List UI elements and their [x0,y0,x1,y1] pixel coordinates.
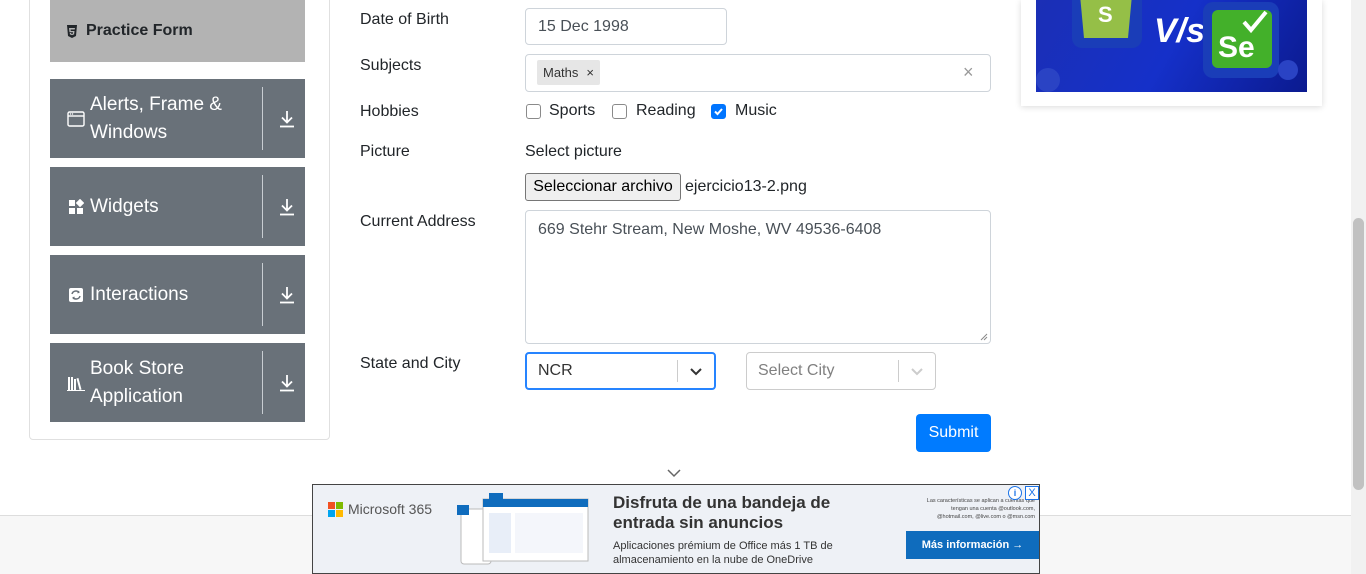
address-label: Current Address [360,213,476,230]
sidebar-item-practice-form[interactable]: Practice Form [50,0,305,62]
microsoft-icon [328,501,343,517]
download-icon[interactable] [276,284,298,306]
select-picture-label: Select picture [525,143,622,160]
group-label-alerts: Alerts, Frame & Windows [90,93,222,143]
divider [262,263,263,326]
dob-label: Date of Birth [360,11,449,28]
ad-brand: Microsoft 365 [348,501,433,517]
group-label-interactions: Interactions [90,283,189,305]
reading-label[interactable]: Reading [636,102,696,120]
clear-icon[interactable]: × [963,62,974,83]
check-icon [714,108,723,116]
ad-small-print: Las características se aplican a cuentas… [926,498,1035,520]
ad-headline: Disfruta de una bandeja de entrada sin a… [613,493,831,532]
music-label[interactable]: Music [735,102,777,120]
microsoft-logo: Microsoft 365 [328,501,432,517]
choose-file-button[interactable]: Seleccionar archivo [525,173,681,201]
window-icon [67,110,85,128]
download-icon[interactable] [276,108,298,130]
svg-text:S: S [1098,2,1113,27]
ad-subtext: Aplicaciones prémium de Office más 1 TB … [613,540,833,566]
bottom-ad-banner[interactable]: Microsoft 365 Disfruta de una bandeja de… [312,484,1040,574]
dob-input[interactable]: 15 Dec 1998 [525,8,727,45]
sidebar-group-book-store[interactable]: Book Store Application [50,343,305,422]
divider [262,175,263,238]
page: Practice Form Alerts, Frame & Windows Wi… [0,0,1366,574]
state-city-label: State and City [360,355,461,372]
chevron-down-icon[interactable] [667,468,681,478]
address-textarea[interactable]: 669 Stehr Stream, New Moshe, WV 49536-64… [525,210,991,344]
checkbox-sports[interactable] [526,104,541,119]
sidebar-group-alerts[interactable]: Alerts, Frame & Windows [50,79,305,158]
group-label-widgets: Widgets [90,195,159,217]
chevron-down-icon[interactable] [899,364,935,378]
books-icon [67,374,85,392]
sports-label[interactable]: Sports [549,102,595,120]
widgets-icon [67,198,85,216]
state-value: NCR [538,362,573,379]
city-select[interactable]: Select City [746,352,936,390]
practice-form-label: Practice Form [86,22,193,39]
sidebar-group-interactions[interactable]: Interactions [50,255,305,334]
interactions-icon [67,286,85,304]
state-select[interactable]: NCR [525,352,716,390]
html5-icon [67,24,77,38]
resize-handle-icon[interactable] [980,333,988,341]
svg-text:V/s: V/s [1154,12,1205,50]
subject-chip: Maths × [537,60,600,85]
city-placeholder: Select City [758,362,835,379]
chip-remove-icon[interactable]: × [586,65,594,80]
divider [262,351,263,414]
download-icon[interactable] [276,196,298,218]
chevron-down-icon[interactable] [678,364,714,378]
shopify-vs-selenium-icon: S V/s Se [1036,0,1298,92]
group-label-book-store: Book Store Application [90,357,184,407]
checkbox-reading[interactable] [612,104,627,119]
svg-text:Se: Se [1218,31,1255,64]
ad-cta-button[interactable]: Más información → [906,531,1039,559]
picture-label: Picture [360,143,410,160]
info-icon[interactable]: i [1008,486,1022,500]
scrollbar-thumb[interactable] [1353,218,1364,490]
checkbox-music[interactable] [711,104,726,119]
divider [262,87,263,150]
hobbies-label: Hobbies [360,103,419,120]
subjects-label: Subjects [360,57,422,74]
side-ad-image[interactable]: S V/s Se [1036,0,1307,92]
subject-chip-label: Maths [543,65,579,80]
download-icon[interactable] [276,372,298,394]
address-value: 669 Stehr Stream, New Moshe, WV 49536-64… [538,221,882,238]
file-name: ejercicio13-2.png [685,178,807,195]
outlook-screenshot-icon [457,493,589,565]
close-icon[interactable]: X [1025,486,1039,500]
submit-button[interactable]: Submit [916,414,991,452]
dob-value: 15 Dec 1998 [538,18,629,35]
sidebar-group-widgets[interactable]: Widgets [50,167,305,246]
